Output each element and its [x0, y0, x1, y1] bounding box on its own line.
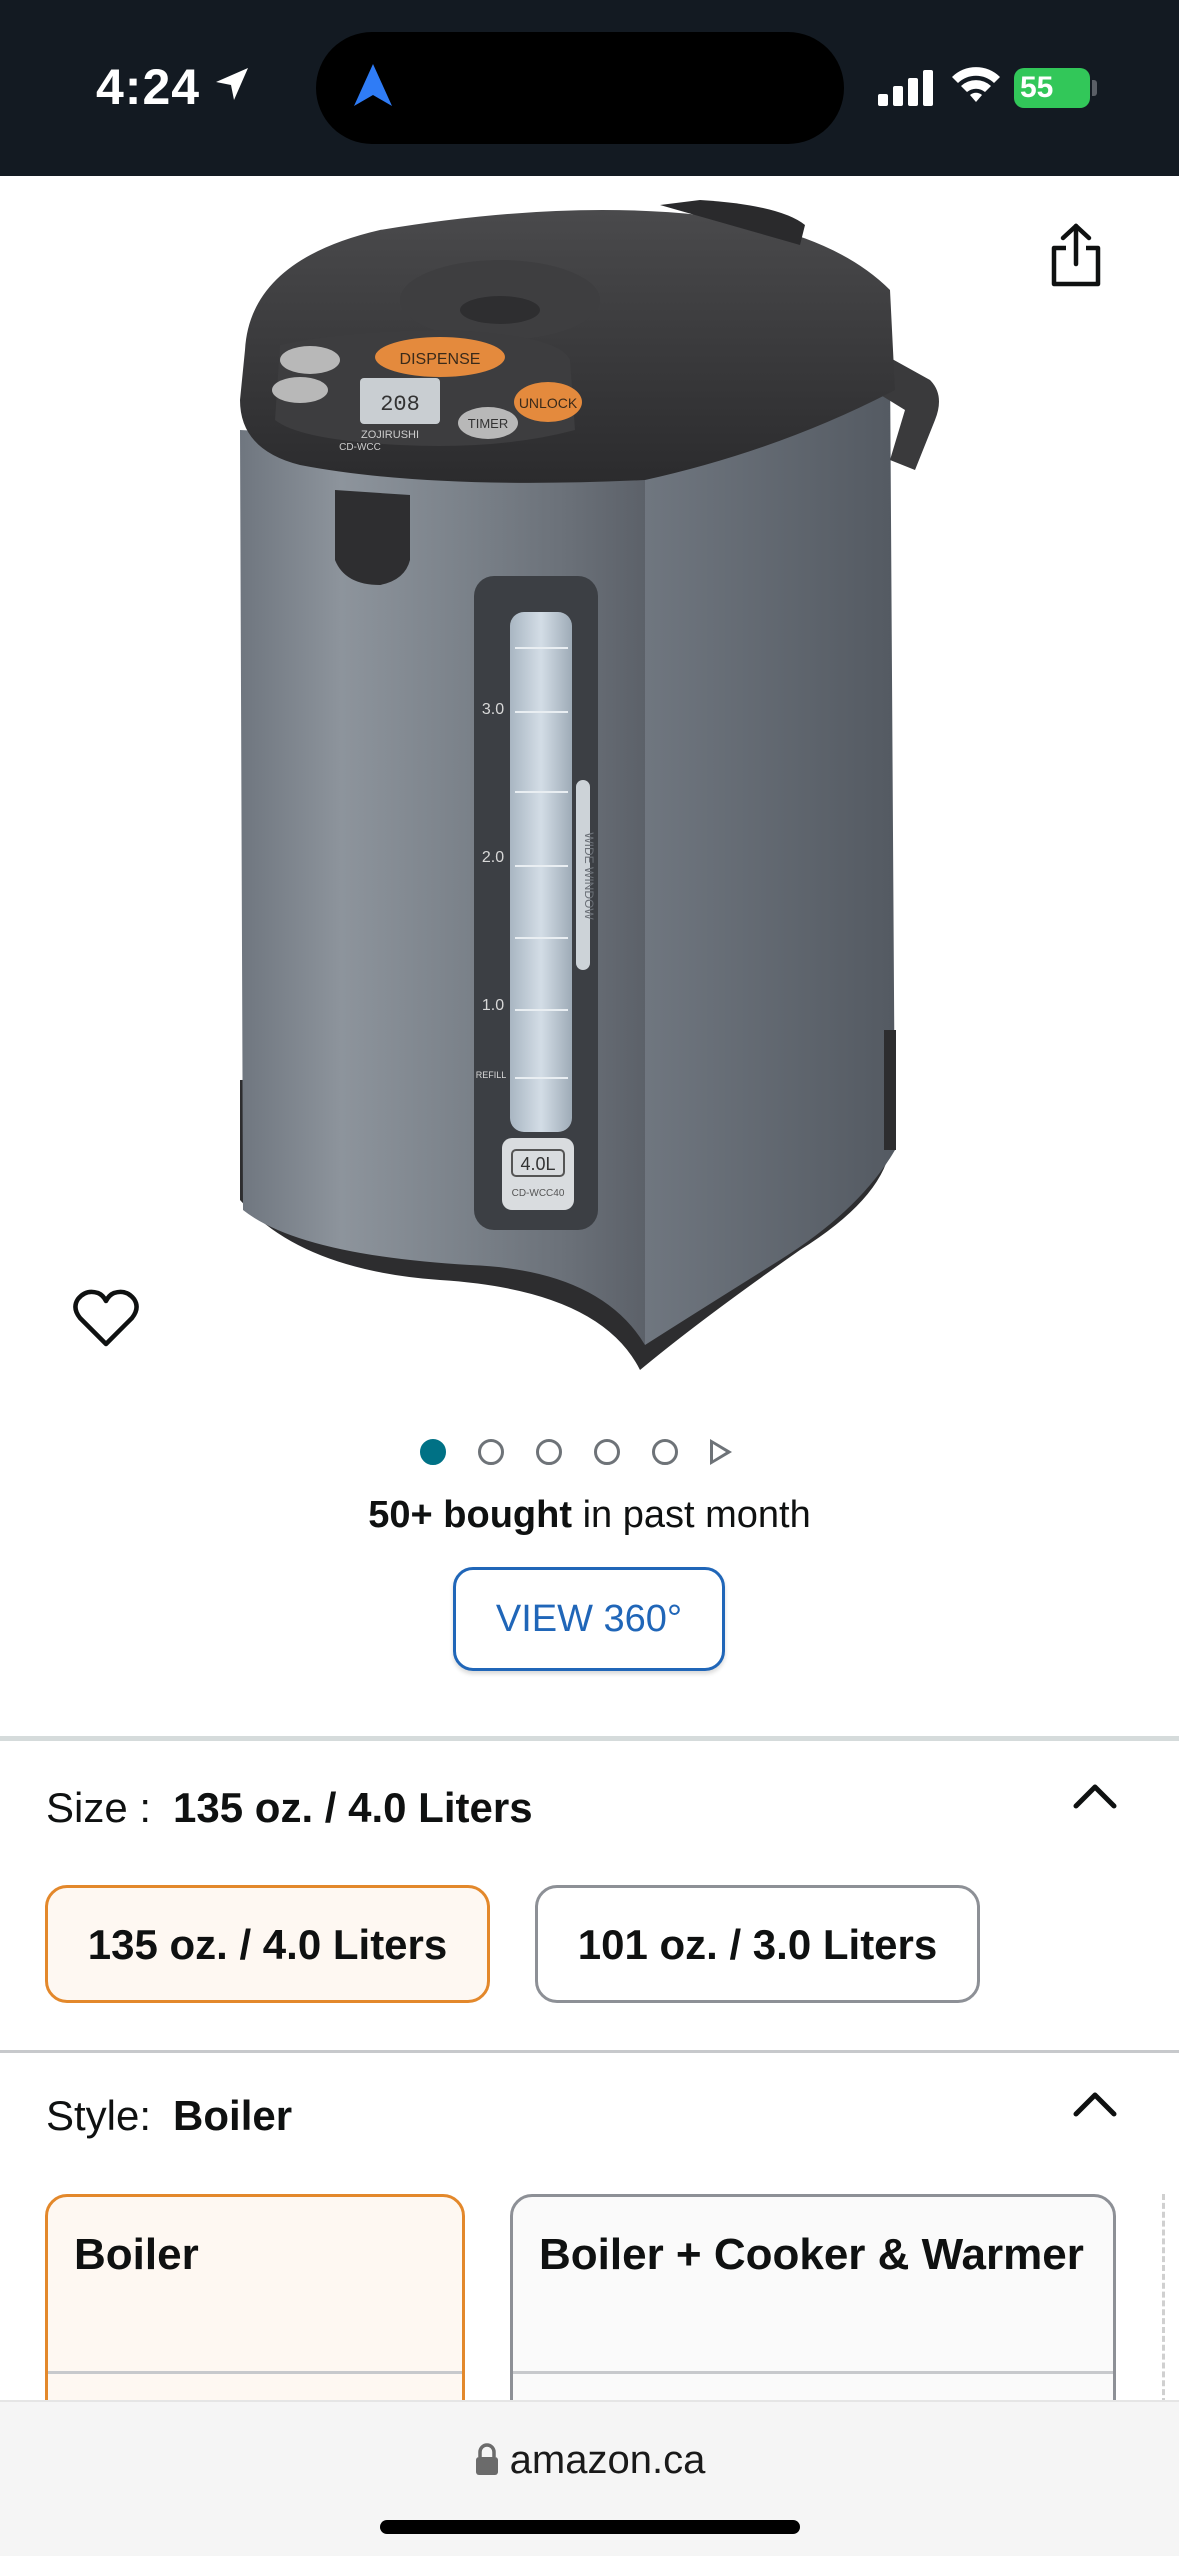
- navigation-arrow-icon: [354, 64, 392, 106]
- image-carousel-indicator[interactable]: [420, 1434, 760, 1470]
- dispense-label: DISPENSE: [400, 351, 481, 368]
- view-360-button[interactable]: VIEW 360°: [453, 1567, 725, 1671]
- style-option-boiler-cooker-warmer[interactable]: Boiler + Cooker & Warmer: [510, 2194, 1116, 2434]
- style-option-boiler[interactable]: Boiler: [45, 2194, 465, 2434]
- next-style-option-peek[interactable]: [1162, 2194, 1179, 2404]
- style-value: Boiler: [173, 2092, 293, 2139]
- url-text: amazon.ca: [509, 2438, 706, 2482]
- model-text: CD-WCC: [339, 442, 381, 453]
- home-indicator[interactable]: [380, 2520, 800, 2534]
- section-divider: [0, 2050, 1179, 2053]
- cellular-signal-icon: [878, 70, 933, 106]
- chevron-up-icon[interactable]: [1072, 1780, 1118, 1812]
- battery-indicator: 55: [1014, 68, 1090, 108]
- carousel-dot-3[interactable]: [536, 1439, 562, 1465]
- capacity-model: CD-WCC40: [512, 1188, 565, 1199]
- wifi-icon: [952, 67, 1000, 102]
- status-time: 4:24: [96, 59, 201, 115]
- style-option-label: Boiler + Cooker & Warmer: [539, 2230, 1084, 2279]
- bought-suffix: in past month: [572, 1494, 811, 1536]
- scale-2: 2.0: [482, 849, 504, 866]
- style-option-label: Boiler: [74, 2230, 199, 2279]
- url-display[interactable]: amazon.ca: [0, 2438, 1179, 2483]
- bought-count: 50+ bought: [368, 1494, 573, 1536]
- capacity-badge: 4.0L: [520, 1154, 555, 1174]
- size-label: Size :: [46, 1784, 152, 1831]
- carousel-dot-1[interactable]: [420, 1439, 446, 1465]
- section-divider: [0, 1736, 1179, 1741]
- location-arrow-icon: [216, 68, 248, 100]
- size-option-4l[interactable]: 135 oz. / 4.0 Liters: [45, 1885, 490, 2003]
- style-label: Style:: [46, 2092, 152, 2139]
- lcd-display: 208: [380, 392, 420, 417]
- heart-icon[interactable]: [72, 1288, 140, 1348]
- carousel-dot-4[interactable]: [594, 1439, 620, 1465]
- size-option-3l[interactable]: 101 oz. / 3.0 Liters: [535, 1885, 980, 2003]
- product-image[interactable]: DISPENSE UNLOCK TIMER 208 ZOJIRUSHI CD-W…: [0, 176, 1179, 1406]
- social-proof-text: 50+ bought in past month: [0, 1494, 1179, 1537]
- lock-icon: [475, 2443, 498, 2475]
- card-divider: [513, 2371, 1113, 2374]
- size-value: 135 oz. / 4.0 Liters: [173, 1784, 533, 1831]
- window-label: WIDE WINDOW: [582, 832, 596, 920]
- chevron-up-icon[interactable]: [1072, 2088, 1118, 2120]
- card-divider: [48, 2371, 462, 2374]
- battery-cap: [1092, 80, 1097, 96]
- scale-refill: REFILL: [476, 1070, 507, 1080]
- style-selector-label: Style: Boiler: [46, 2092, 292, 2140]
- timer-label: TIMER: [468, 416, 508, 431]
- size-selector-label: Size : 135 oz. / 4.0 Liters: [46, 1784, 533, 1832]
- carousel-dot-2[interactable]: [478, 1439, 504, 1465]
- scale-3: 3.0: [482, 701, 504, 718]
- brand-text: ZOJIRUSHI: [361, 429, 419, 441]
- carousel-dot-5[interactable]: [652, 1439, 678, 1465]
- unlock-label: UNLOCK: [519, 395, 578, 411]
- scale-1: 1.0: [482, 997, 504, 1014]
- share-icon[interactable]: [1048, 222, 1104, 288]
- play-video-icon[interactable]: [710, 1439, 732, 1465]
